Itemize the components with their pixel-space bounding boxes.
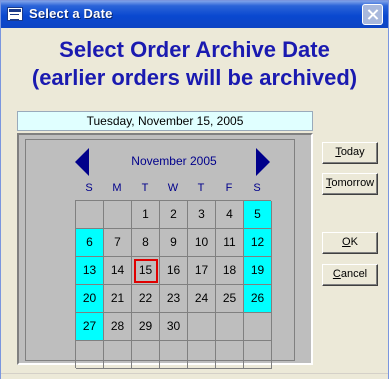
empty-day-cell	[132, 341, 160, 369]
selected-day-cell[interactable]: 15	[132, 257, 160, 285]
day-cell[interactable]: 29	[132, 313, 160, 341]
weekday-label: S	[85, 182, 93, 194]
empty-day-cell	[216, 313, 244, 341]
calendar-control: November 2005 SMTWTFS 1 2 3 4 5 6 7 8 9 10 11 12 13 1…	[17, 133, 313, 369]
weekday-label: W	[167, 182, 179, 194]
empty-day-cell	[244, 313, 272, 341]
day-cell[interactable]: 10	[188, 229, 216, 257]
day-cell[interactable]: 13	[76, 257, 104, 285]
select-date-dialog: Select a Date Select Order Archive Date …	[0, 0, 389, 379]
day-cell[interactable]: 1	[132, 201, 160, 229]
day-cell[interactable]: 8	[132, 229, 160, 257]
empty-day-cell	[104, 341, 132, 369]
window-bottom-edge	[1, 373, 388, 379]
day-cell[interactable]: 3	[188, 201, 216, 229]
weekday-label: T	[141, 182, 149, 194]
day-cell[interactable]: 14	[104, 257, 132, 285]
weekday-label: S	[253, 182, 261, 194]
day-cell[interactable]: 25	[216, 285, 244, 313]
today-button[interactable]: Today	[322, 142, 378, 164]
day-cell[interactable]: 26	[244, 285, 272, 313]
selected-date-display: Tuesday, November 15, 2005	[17, 111, 313, 131]
weekday-label: F	[225, 182, 233, 194]
heading-line-2: (earlier orders will be archived)	[31, 65, 358, 90]
form-icon	[7, 7, 23, 21]
ok-button-label: OK	[342, 236, 358, 248]
next-month-icon[interactable]	[256, 148, 270, 176]
day-cell[interactable]: 5	[244, 201, 272, 229]
calendar-body: November 2005 SMTWTFS 1 2 3 4 5 6 7 8 9 10 11 12 13 1…	[25, 139, 295, 369]
empty-day-cell	[188, 313, 216, 341]
day-cell[interactable]: 2	[160, 201, 188, 229]
day-cell[interactable]: 21	[104, 285, 132, 313]
day-cell[interactable]: 24	[188, 285, 216, 313]
empty-day-cell	[76, 341, 104, 369]
cancel-button[interactable]: Cancel	[322, 264, 378, 286]
day-cell[interactable]: 30	[160, 313, 188, 341]
dialog-heading: Select Order Archive Date (earlier order…	[1, 36, 388, 92]
weekday-label: M	[112, 182, 122, 194]
day-cell[interactable]: 7	[104, 229, 132, 257]
day-cell[interactable]: 19	[244, 257, 272, 285]
heading-line-1: Select Order Archive Date	[59, 37, 330, 62]
empty-day-cell	[244, 341, 272, 369]
tomorrow-button[interactable]: Tomorrow	[322, 173, 378, 195]
close-button[interactable]	[362, 4, 383, 25]
empty-day-cell	[160, 341, 188, 369]
title-bar[interactable]: Select a Date	[1, 1, 388, 28]
day-cell[interactable]: 22	[132, 285, 160, 313]
day-cell[interactable]: 6	[76, 229, 104, 257]
today-button-label: Today	[335, 146, 365, 158]
day-cell[interactable]: 16	[160, 257, 188, 285]
day-grid: 1 2 3 4 5 6 7 8 9 10 11 12 13 14 15 16 17 18 19 20 21 22 23 24 2…	[75, 200, 272, 369]
cancel-button-label: Cancel	[332, 268, 368, 280]
month-label: November 2005	[131, 154, 217, 168]
day-cell[interactable]: 28	[104, 313, 132, 341]
weekday-label: T	[197, 182, 205, 194]
previous-month-icon[interactable]	[75, 148, 89, 176]
day-cell[interactable]: 17	[188, 257, 216, 285]
day-cell[interactable]: 4	[216, 201, 244, 229]
tomorrow-button-label: Tomorrow	[325, 177, 375, 189]
ok-button[interactable]: OK	[322, 232, 378, 254]
empty-day-cell	[76, 201, 104, 229]
empty-day-cell	[188, 341, 216, 369]
window-title: Select a Date	[29, 6, 113, 21]
day-cell[interactable]: 11	[216, 229, 244, 257]
day-cell[interactable]: 9	[160, 229, 188, 257]
empty-day-cell	[104, 201, 132, 229]
day-cell[interactable]: 18	[216, 257, 244, 285]
day-cell[interactable]: 12	[244, 229, 272, 257]
empty-day-cell	[216, 341, 244, 369]
day-cell[interactable]: 20	[76, 285, 104, 313]
day-cell[interactable]: 27	[76, 313, 104, 341]
day-cell[interactable]: 23	[160, 285, 188, 313]
